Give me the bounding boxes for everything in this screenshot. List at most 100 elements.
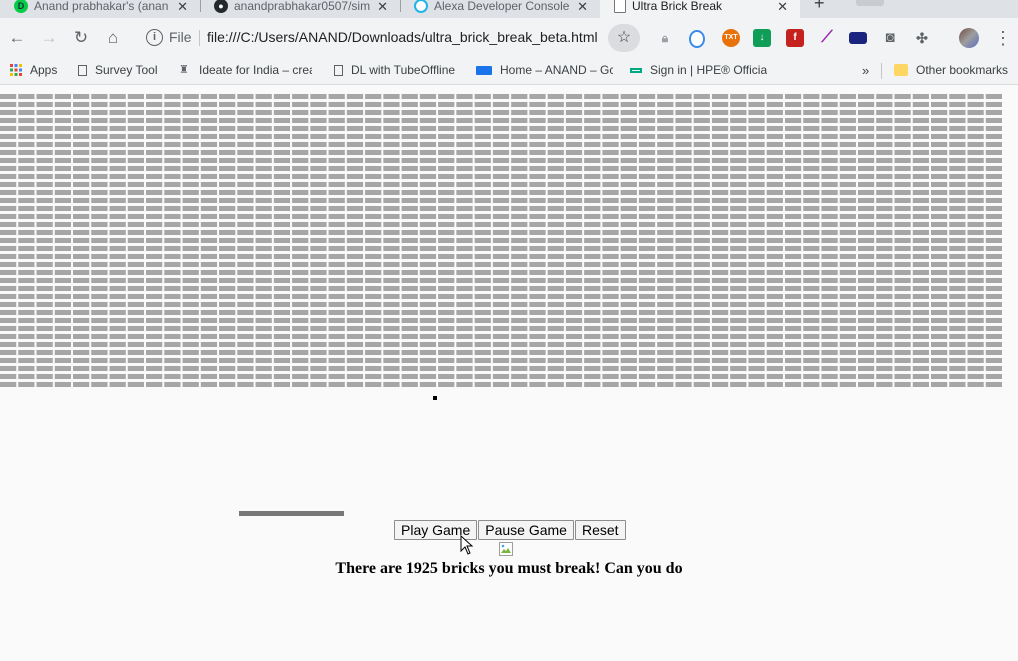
bookmark-home-anand[interactable]: Home – ANAND – Gc: [476, 63, 613, 77]
brick: [529, 358, 546, 363]
brick: [748, 174, 765, 179]
brick: [328, 174, 345, 179]
brick: [748, 318, 765, 323]
brick: [383, 150, 400, 155]
feather-icon[interactable]: ⟋: [818, 29, 836, 47]
pause-game-button[interactable]: Pause Game: [478, 520, 574, 540]
brick: [54, 110, 72, 115]
close-icon[interactable]: ✕: [177, 0, 188, 15]
brick: [36, 94, 53, 99]
brick: [547, 270, 564, 275]
brick: [565, 326, 583, 331]
close-icon[interactable]: ✕: [577, 0, 588, 15]
brick: [127, 174, 145, 179]
brick: [346, 334, 364, 339]
brick: [91, 166, 108, 171]
new-tab-button[interactable]: +: [814, 0, 825, 14]
brick: [894, 222, 911, 227]
tab-deviantart[interactable]: D Anand prabhakar's (anan ✕: [0, 0, 200, 18]
address-url[interactable]: file:///C:/Users/ANAND/Downloads/ultra_b…: [207, 29, 598, 45]
home-button[interactable]: ⌂: [102, 27, 124, 49]
brick: [784, 222, 802, 227]
brick: [529, 342, 546, 347]
bookmark-hpe-sign-in[interactable]: Sign in | HPE® Officia: [630, 63, 767, 77]
tab-alexa[interactable]: Alexa Developer Console ✕: [400, 0, 600, 18]
brick: [474, 310, 491, 315]
shield-icon[interactable]: [689, 30, 705, 48]
brick: [766, 358, 783, 363]
brick: [255, 286, 272, 291]
download-icon[interactable]: ↓: [753, 29, 771, 47]
brick: [310, 254, 327, 259]
brick: [255, 142, 272, 147]
tab-github[interactable]: ● anandprabhakar0507/sim ✕: [200, 0, 400, 18]
back-button[interactable]: ←: [6, 27, 28, 49]
reload-button[interactable]: ↻: [70, 27, 92, 49]
tab-ultra-brick-break[interactable]: Ultra Brick Break ✕: [600, 0, 800, 18]
brick: [876, 310, 893, 315]
brick: [511, 334, 528, 339]
brick: [949, 254, 966, 259]
game-area: Play Game Pause Game Reset There are 192…: [0, 85, 1018, 661]
brick: [365, 326, 382, 331]
brick: [36, 110, 53, 115]
lock-icon[interactable]: 🔒︎: [656, 29, 674, 47]
bookmark-apps[interactable]: Apps: [10, 63, 57, 77]
brick: [584, 358, 601, 363]
brick: [365, 190, 382, 195]
brick: [328, 334, 345, 339]
brick: [602, 254, 619, 259]
bookmark-tubeoffline[interactable]: DL with TubeOffline: [334, 63, 455, 77]
brick: [839, 270, 856, 275]
brick: [748, 166, 765, 171]
brick: [438, 342, 455, 347]
brick: [638, 214, 656, 219]
address-bar[interactable]: i File file:///C:/Users/ANAND/Downloads/…: [136, 24, 606, 52]
brick: [401, 198, 418, 203]
brick: [620, 102, 637, 107]
profile-avatar[interactable]: [959, 28, 979, 48]
brick: [985, 126, 1002, 131]
brick: [602, 238, 619, 243]
brick: [602, 278, 619, 283]
bookmark-ideate-for-india[interactable]: ♜ Ideate for India – crea: [179, 63, 312, 77]
reset-button[interactable]: Reset: [574, 520, 626, 540]
brick: [365, 350, 382, 355]
brick: [438, 238, 455, 243]
brick: [438, 366, 455, 371]
brick: [638, 174, 656, 179]
brick: [73, 382, 90, 387]
brick: [328, 110, 345, 115]
brick: [857, 94, 875, 99]
bookmarks-overflow-button[interactable]: »: [862, 63, 869, 78]
puzzle-icon[interactable]: ✣: [913, 29, 931, 47]
brick: [73, 118, 90, 123]
brick: [894, 102, 911, 107]
brick: [182, 214, 199, 219]
chevron-double-right-icon: »: [862, 63, 870, 78]
brick: [474, 318, 491, 323]
brick: [456, 366, 473, 371]
brick: [930, 214, 948, 219]
books-icon[interactable]: [849, 32, 867, 44]
brick: [930, 142, 948, 147]
bookmark-survey-tool[interactable]: Survey Tool: [78, 63, 157, 77]
brick: [584, 214, 601, 219]
brick: [784, 382, 802, 387]
txt-icon[interactable]: TXT: [722, 29, 740, 47]
brick: [54, 366, 72, 371]
info-icon[interactable]: i: [146, 29, 163, 46]
brick: [36, 286, 53, 291]
flash-icon[interactable]: f: [786, 29, 804, 47]
menu-icon[interactable]: ⋮: [994, 28, 1012, 49]
close-icon[interactable]: ✕: [377, 0, 388, 15]
brick: [328, 254, 345, 259]
forward-button[interactable]: →: [38, 27, 60, 49]
brick: [967, 166, 984, 171]
paddle[interactable]: [239, 511, 344, 516]
close-icon[interactable]: ✕: [777, 0, 788, 15]
bookmark-star-button[interactable]: ☆: [608, 24, 640, 52]
brick: [492, 94, 510, 99]
camera-icon[interactable]: ◙: [881, 29, 899, 47]
bookmark-other[interactable]: Other bookmarks: [894, 63, 1008, 77]
